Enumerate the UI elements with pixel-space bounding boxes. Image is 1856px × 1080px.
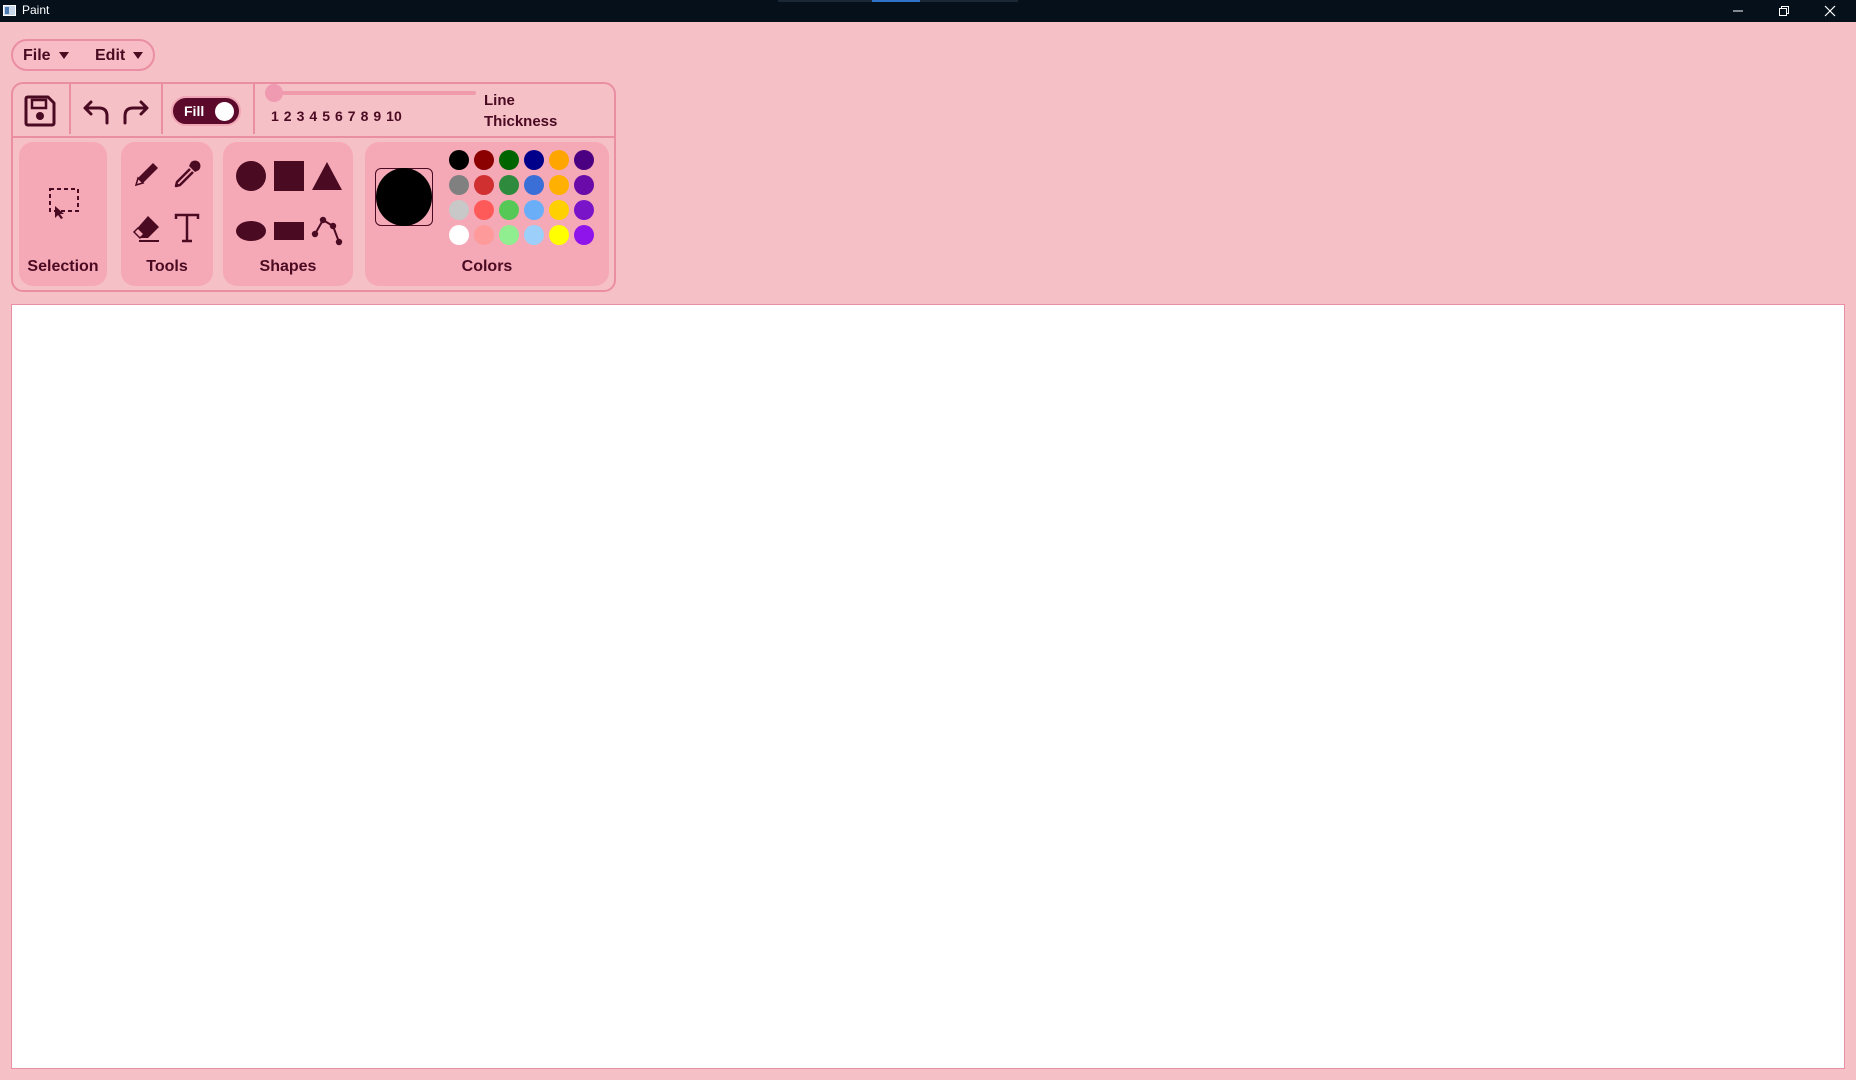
line-thickness-label-line1: Line [484, 92, 515, 109]
tick-label: 4 [309, 108, 318, 124]
close-icon [1824, 5, 1836, 17]
selection-icon[interactable] [47, 186, 81, 220]
color-swatch[interactable] [499, 225, 519, 245]
text-icon[interactable] [171, 212, 203, 244]
toggle-knob [215, 102, 234, 121]
tick-label: 3 [296, 108, 305, 124]
close-button[interactable] [1808, 0, 1854, 22]
colors-group: Colors [365, 142, 609, 286]
save-icon[interactable] [23, 94, 57, 128]
edit-menu-label: Edit [95, 47, 126, 64]
tick-label: 2 [283, 108, 292, 124]
app-icon [3, 5, 16, 16]
eyedropper-icon[interactable] [171, 158, 203, 190]
color-swatch[interactable] [499, 150, 519, 170]
color-swatch[interactable] [549, 200, 569, 220]
tick-label: 5 [322, 108, 330, 124]
color-swatch[interactable] [449, 150, 469, 170]
ribbon-top-bar: Fill 1 2 3 4 5 6 7 8 9 10 Line Thickness [13, 84, 614, 138]
color-swatch[interactable] [524, 150, 544, 170]
color-swatch[interactable] [499, 200, 519, 220]
window-title: Paint [22, 3, 50, 17]
color-swatch[interactable] [449, 225, 469, 245]
shapes-group-label: Shapes [259, 258, 317, 275]
chevron-down-icon [58, 52, 69, 60]
current-color-preview[interactable] [375, 168, 433, 226]
selection-group-label: Selection [27, 258, 99, 275]
menu-bar: File Edit [11, 39, 155, 71]
tick-label: 1 [271, 108, 279, 124]
file-menu-label: File [23, 47, 51, 64]
thickness-ticks: 1 2 3 4 5 6 7 8 9 10 [271, 108, 407, 124]
divider [161, 84, 163, 134]
tick-label: 9 [373, 108, 382, 124]
ribbon: Fill 1 2 3 4 5 6 7 8 9 10 Line Thickness Selectio… [11, 82, 616, 292]
rectangle-shape-icon[interactable] [273, 220, 305, 242]
color-swatch[interactable] [474, 150, 494, 170]
shapes-group: Shapes [223, 142, 353, 286]
thickness-slider-thumb[interactable] [265, 84, 283, 102]
color-swatch[interactable] [574, 175, 594, 195]
tick-label: 7 [347, 108, 356, 124]
color-swatch[interactable] [574, 225, 594, 245]
title-bar: Paint [0, 0, 1856, 22]
polygon-shape-icon[interactable] [311, 214, 343, 246]
color-swatch[interactable] [574, 200, 594, 220]
restore-icon [1779, 6, 1789, 16]
redo-icon[interactable] [117, 93, 151, 127]
color-swatch[interactable] [524, 200, 544, 220]
line-thickness-label-line2: Thickness [484, 113, 558, 130]
tick-label: 6 [334, 108, 343, 124]
tick-label: 8 [360, 108, 369, 124]
chevron-down-icon [133, 52, 144, 60]
color-swatch[interactable] [474, 225, 494, 245]
divider [253, 84, 255, 134]
minimize-icon [1733, 10, 1743, 12]
restore-button[interactable] [1762, 0, 1808, 22]
thickness-slider-track[interactable] [274, 91, 476, 95]
color-swatch[interactable] [474, 175, 494, 195]
undo-icon[interactable] [81, 93, 115, 127]
color-swatch[interactable] [449, 200, 469, 220]
fill-toggle-label: Fill [184, 103, 205, 119]
tick-label: 10 [386, 108, 402, 124]
circle-shape-icon[interactable] [235, 160, 267, 192]
color-swatch[interactable] [499, 175, 519, 195]
minimize-button[interactable] [1716, 0, 1762, 22]
colors-group-label: Colors [461, 258, 513, 275]
color-swatch[interactable] [549, 150, 569, 170]
taskbar-active-indicator [872, 0, 920, 2]
color-swatch[interactable] [574, 150, 594, 170]
color-swatch[interactable] [549, 175, 569, 195]
color-swatch[interactable] [449, 175, 469, 195]
ellipse-shape-icon[interactable] [235, 220, 267, 242]
pencil-icon[interactable] [131, 158, 163, 190]
current-color-swatch [376, 168, 432, 226]
color-swatch[interactable] [549, 225, 569, 245]
square-shape-icon[interactable] [273, 160, 305, 192]
divider [69, 84, 71, 134]
drawing-canvas[interactable] [11, 304, 1845, 1069]
tools-group: Tools [121, 142, 213, 286]
selection-group: Selection [19, 142, 107, 286]
color-swatch[interactable] [524, 175, 544, 195]
edit-menu[interactable]: Edit [95, 47, 144, 65]
color-swatch[interactable] [474, 200, 494, 220]
fill-toggle[interactable]: Fill [171, 96, 241, 126]
line-thickness-label: Line Thickness [484, 90, 584, 132]
triangle-shape-icon[interactable] [311, 160, 343, 192]
color-swatch[interactable] [524, 225, 544, 245]
tools-group-label: Tools [146, 258, 188, 275]
file-menu[interactable]: File [23, 47, 69, 65]
eraser-icon[interactable] [131, 212, 163, 244]
